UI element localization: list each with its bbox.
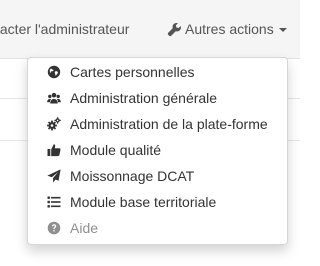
paper-plane-icon bbox=[47, 169, 61, 183]
list-icon bbox=[47, 195, 61, 209]
top-navbar: tacter l'administrateur Autres actions bbox=[0, 0, 300, 59]
users-icon bbox=[47, 91, 61, 105]
menu-item-label: Moissonnage DCAT bbox=[70, 168, 195, 184]
other-actions-menu: Cartes personnelles Administration génér… bbox=[27, 57, 288, 245]
thumbs-up-icon bbox=[47, 143, 61, 157]
wrench-icon bbox=[167, 22, 181, 36]
other-actions-label: Autres actions bbox=[185, 21, 274, 37]
menu-item-label: Administration de la plate-forme bbox=[70, 116, 268, 132]
menu-item-general-administration[interactable]: Administration générale bbox=[47, 89, 217, 107]
menu-item-dcat-harvesting[interactable]: Moissonnage DCAT bbox=[47, 167, 194, 185]
menu-item-label: Administration générale bbox=[70, 90, 218, 106]
globe-icon bbox=[47, 65, 61, 79]
menu-item-label: Cartes personnelles bbox=[70, 64, 195, 80]
other-actions-dropdown-toggle[interactable]: Autres actions bbox=[167, 20, 287, 38]
menu-item-help[interactable]: Aide bbox=[47, 219, 98, 237]
menu-item-label: Aide bbox=[70, 220, 99, 236]
question-circle-icon bbox=[47, 221, 61, 235]
menu-item-quality-module[interactable]: Module qualité bbox=[47, 141, 161, 159]
contact-admin-link[interactable]: tacter l'administrateur bbox=[0, 20, 129, 38]
caret-down-icon bbox=[278, 28, 287, 32]
menu-item-label: Module base territoriale bbox=[70, 194, 217, 210]
menu-item-territorial-base-module[interactable]: Module base territoriale bbox=[47, 193, 216, 211]
menu-item-personal-maps[interactable]: Cartes personnelles bbox=[47, 63, 195, 81]
menu-item-label: Module qualité bbox=[70, 142, 162, 158]
menu-item-platform-administration[interactable]: Administration de la plate-forme bbox=[47, 115, 268, 133]
cogs-icon bbox=[47, 117, 61, 131]
